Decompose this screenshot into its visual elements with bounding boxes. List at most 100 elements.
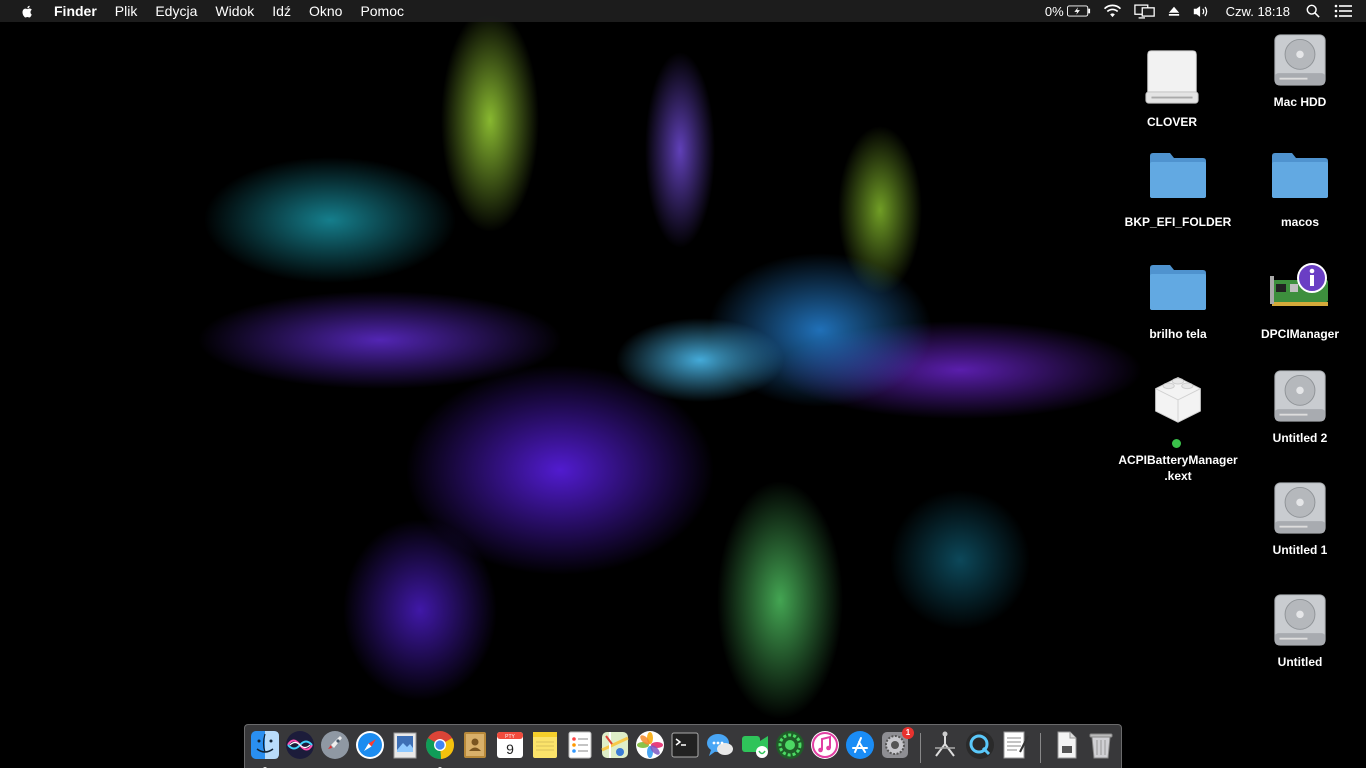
desktop-icon-macos[interactable]: macos <box>1240 150 1360 230</box>
dock-chrome[interactable] <box>425 730 455 768</box>
dock-green-app[interactable] <box>775 730 805 760</box>
clock[interactable]: Czw. 18:18 <box>1226 4 1290 19</box>
desktop-icon-label: ACPIBatteryManager.kext <box>1118 436 1238 484</box>
dock-siri[interactable] <box>285 730 315 760</box>
dock-notes[interactable] <box>530 730 560 760</box>
launchpad-rocket-icon <box>321 731 349 759</box>
dock-photos[interactable] <box>635 730 665 760</box>
folder-icon <box>1150 265 1206 310</box>
menu-okno[interactable]: Okno <box>300 0 351 22</box>
dock-messages[interactable] <box>705 730 735 760</box>
quicktime-icon <box>966 731 994 759</box>
hard-drive-icon <box>1274 370 1326 422</box>
dock-finder[interactable] <box>250 730 280 768</box>
menu-widok[interactable]: Widok <box>206 0 263 22</box>
safari-compass-icon <box>356 731 384 759</box>
dpcimanager-app-icon <box>1270 263 1328 306</box>
dock-safari[interactable] <box>355 730 385 760</box>
desktop-icon-untitled-2[interactable]: Untitled 2 <box>1240 368 1360 446</box>
menu-finder[interactable]: Finder <box>54 0 106 22</box>
battery-icon <box>1066 5 1090 17</box>
desktop-icon-untitled[interactable]: Untitled <box>1240 592 1360 670</box>
wifi-icon[interactable] <box>1103 4 1122 19</box>
battery-status[interactable]: 0% <box>1045 4 1091 19</box>
desktop-icon-clover[interactable]: CLOVER <box>1112 46 1232 130</box>
dock-system-preferences[interactable]: 1 <box>880 727 914 760</box>
maps-icon <box>601 732 629 758</box>
textedit-icon <box>1003 731 1029 759</box>
finder-icon <box>251 731 279 759</box>
dock-separator <box>920 733 921 763</box>
calendar-day: 9 <box>506 741 514 757</box>
calendar-month: PTY <box>505 734 515 740</box>
desktop-icon-label: DPCIManager <box>1260 327 1340 341</box>
reminders-icon <box>568 731 592 759</box>
acpi-label-text: ACPIBatteryManager.kext <box>1118 453 1238 483</box>
dock-contacts[interactable] <box>460 730 490 760</box>
siri-icon <box>286 731 314 759</box>
dock-calendar[interactable]: PTY 9 <box>495 730 525 760</box>
dock-facetime[interactable] <box>740 730 770 760</box>
notes-icon <box>533 732 557 758</box>
desktop-icon-label: BKP_EFI_FOLDER <box>1124 215 1232 229</box>
dock-terminal[interactable] <box>670 730 700 760</box>
dock: PTY 9 1 <box>244 724 1122 768</box>
desktop-icon-brilho-tela[interactable]: brilho tela <box>1118 262 1238 342</box>
desktop-icon-label: Untitled 2 <box>1272 431 1328 445</box>
notification-badge: 1 <box>902 727 914 739</box>
terminal-icon <box>671 732 699 758</box>
desktop-icon-untitled-1[interactable]: Untitled 1 <box>1240 480 1360 558</box>
preview-icon <box>393 732 417 759</box>
desktop-icon-label: CLOVER <box>1146 115 1197 129</box>
dock-clover-configurator[interactable] <box>930 730 960 760</box>
battery-percent: 0% <box>1044 3 1064 19</box>
menu-plik[interactable]: Plik <box>106 0 147 22</box>
removable-drive-icon <box>1145 50 1199 104</box>
dock-textedit[interactable] <box>1000 730 1030 760</box>
menu-idz[interactable]: Idź <box>263 0 300 22</box>
desktop-icon-bkp-efi-folder[interactable]: BKP_EFI_FOLDER <box>1118 150 1238 230</box>
dock-app-store[interactable] <box>845 730 875 760</box>
dock-quicktime[interactable] <box>965 730 995 760</box>
itunes-music-icon <box>811 731 839 759</box>
kext-lego-icon <box>1155 376 1201 423</box>
desktop-icon-label: brilho tela <box>1149 327 1207 341</box>
folder-icon <box>1150 153 1206 198</box>
airplay-display-icon[interactable] <box>1133 3 1156 19</box>
desktop-icon-label: macos <box>1280 215 1320 229</box>
notification-center-icon[interactable] <box>1334 4 1352 18</box>
apple-menu-icon[interactable] <box>20 3 36 19</box>
facetime-icon <box>742 736 768 758</box>
eject-icon[interactable] <box>1168 5 1180 17</box>
menu-pomoc[interactable]: Pomoc <box>351 0 413 22</box>
folder-icon <box>1272 153 1328 198</box>
dock-launchpad[interactable] <box>320 730 350 760</box>
menu-edycja[interactable]: Edycja <box>146 0 206 22</box>
clover-configurator-icon <box>935 731 955 757</box>
dock-preview[interactable] <box>390 730 420 760</box>
desktop-icon-label: Mac HDD <box>1273 95 1327 109</box>
dock-document[interactable] <box>1051 730 1081 760</box>
desktop-icon-acpibatterymanager-kext[interactable]: ACPIBatteryManager.kext <box>1118 370 1238 484</box>
spotlight-search-icon[interactable] <box>1306 4 1320 18</box>
hard-drive-icon <box>1274 34 1326 86</box>
green-tag-dot <box>1171 439 1181 448</box>
dock-trash[interactable] <box>1086 730 1116 760</box>
contacts-book-icon <box>464 732 486 758</box>
chrome-icon <box>426 731 454 760</box>
document-icon <box>1057 731 1077 759</box>
app-store-icon <box>846 731 874 759</box>
green-gear-app-icon <box>776 731 804 759</box>
dock-maps[interactable] <box>600 730 630 760</box>
hard-drive-icon <box>1274 482 1326 534</box>
dock-reminders[interactable] <box>565 730 595 760</box>
menu-bar: Finder Plik Edycja Widok Idź Okno Pomoc … <box>0 0 1366 22</box>
desktop-icon-dpcimanager[interactable]: DPCIManager <box>1240 262 1360 342</box>
messages-icon <box>707 734 733 756</box>
volume-icon[interactable] <box>1192 4 1210 19</box>
desktop-icon-label: Untitled 1 <box>1272 543 1328 557</box>
desktop-icon-mac-hdd[interactable]: Mac HDD <box>1240 32 1360 110</box>
trash-icon <box>1089 733 1113 759</box>
calendar-icon: PTY9 <box>497 732 523 758</box>
dock-itunes[interactable] <box>810 730 840 760</box>
